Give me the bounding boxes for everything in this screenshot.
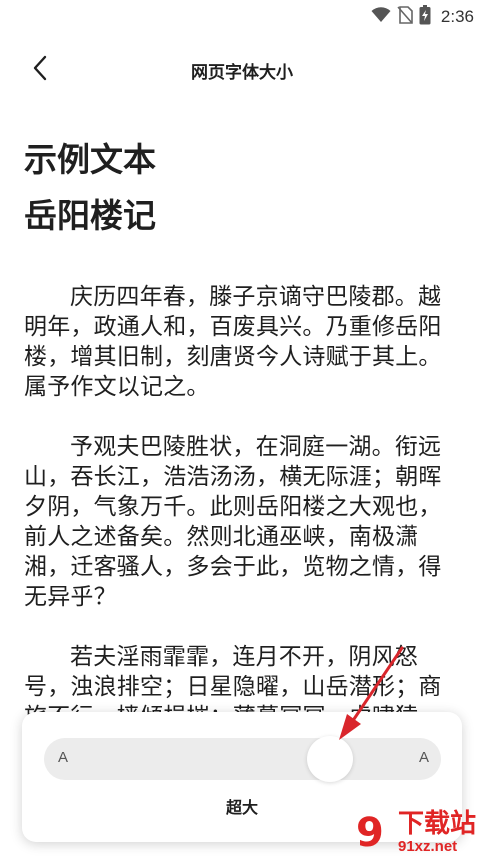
page-title: 网页字体大小: [191, 63, 293, 83]
font-size-slider[interactable]: A A: [44, 736, 441, 782]
sample-paragraph-1: 庆历四年春，滕子京谪守巴陵郡。越明年，政通人和，百废具兴。乃重修岳阳楼，增其旧制…: [24, 284, 442, 400]
status-time: 2:36: [440, 7, 474, 26]
app-bar: 网页字体大小: [0, 44, 484, 96]
slider-max-label: A: [418, 749, 429, 766]
watermark-title: 下载站: [397, 808, 476, 839]
battery-charging-icon: [419, 5, 431, 29]
svg-text:9: 9: [356, 810, 384, 854]
watermark-url: 91xz.net: [397, 837, 458, 855]
slider-thumb[interactable]: [307, 736, 353, 782]
sample-paragraph-2: 予观夫巴陵胜状，在洞庭一湖。衔远山，吞长江，浩浩汤汤，横无际涯；朝晖夕阴，气象万…: [24, 434, 442, 610]
status-icons: 2:36: [371, 5, 474, 29]
no-sim-icon: [397, 6, 413, 28]
slider-min-label: A: [58, 749, 69, 766]
watermark-logo-icon: 9: [354, 806, 394, 858]
sample-heading: 示例文本: [24, 140, 156, 179]
status-bar: 2:36: [0, 0, 484, 34]
article-title: 岳阳楼记: [24, 196, 156, 235]
watermark: 9 下载站 91xz.net: [354, 806, 476, 858]
sample-text-area: 示例文本 岳阳楼记 庆历四年春，滕子京谪守巴陵郡。越明年，政通人和，百废具兴。乃…: [24, 132, 464, 792]
wifi-icon: [371, 7, 391, 27]
